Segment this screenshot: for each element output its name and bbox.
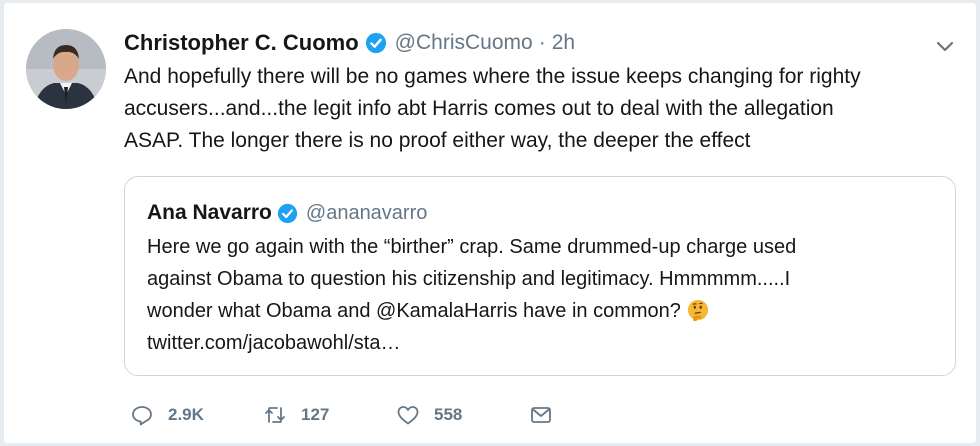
avatar-photo <box>26 29 106 109</box>
reply-icon <box>132 406 152 426</box>
tweet-text-line: And hopefully there will be no games whe… <box>124 65 861 88</box>
retweet-icon <box>265 407 285 423</box>
quoted-text-line: Here we go again with the “birther” crap… <box>147 236 797 258</box>
direct-message-button[interactable] <box>529 403 553 427</box>
retweet-button[interactable]: 127 <box>263 403 396 427</box>
tweet-actions: 2.9K 127 558 <box>130 399 553 431</box>
verified-badge-icon <box>277 203 298 224</box>
tweet-text-line: accusers...and...the legit info abt Harr… <box>124 97 834 120</box>
quoted-text-line-content: wonder what Obama and @KamalaHarris have… <box>147 300 681 322</box>
like-button[interactable]: 558 <box>396 403 529 427</box>
thinking-face-icon <box>687 299 709 321</box>
tweet-timestamp[interactable]: 2h <box>552 31 575 55</box>
quoted-text-line: wonder what Obama and @KamalaHarris have… <box>147 295 937 327</box>
avatar[interactable] <box>26 29 106 109</box>
heart-icon <box>397 406 419 425</box>
quoted-tweet-text: Here we go again with the “birther” crap… <box>147 231 937 359</box>
quoted-author-handle: @ananavarro <box>305 201 428 224</box>
tweet-text: And hopefully there will be no games whe… <box>124 61 944 157</box>
tweet-header: Christopher C. Cuomo @ChrisCuomo · 2h <box>124 29 575 57</box>
author-name[interactable]: Christopher C. Cuomo <box>124 30 359 56</box>
author-handle[interactable]: @ChrisCuomo <box>395 31 533 55</box>
tweet-text-line: ASAP. The longer there is no proof eithe… <box>124 129 751 152</box>
header-separator: · <box>538 31 546 54</box>
quoted-tweet[interactable]: Ana Navarro @ananavarro Here we go again… <box>124 176 956 376</box>
chevron-down-icon[interactable] <box>932 33 958 59</box>
reply-button[interactable]: 2.9K <box>130 403 263 427</box>
retweet-count: 127 <box>301 405 330 424</box>
quoted-tweet-header: Ana Navarro @ananavarro <box>147 199 427 227</box>
quoted-link-text[interactable]: twitter.com/jacobawohl/sta… <box>147 327 937 359</box>
quoted-author-name: Ana Navarro <box>147 201 272 224</box>
verified-badge-icon <box>365 32 387 54</box>
reply-count: 2.9K <box>168 405 204 424</box>
tweet-card[interactable]: Christopher C. Cuomo @ChrisCuomo · 2h An… <box>4 3 976 443</box>
quoted-text-line: against Obama to question his citizenshi… <box>147 268 791 290</box>
envelope-icon <box>531 407 551 423</box>
like-count: 558 <box>434 405 463 424</box>
